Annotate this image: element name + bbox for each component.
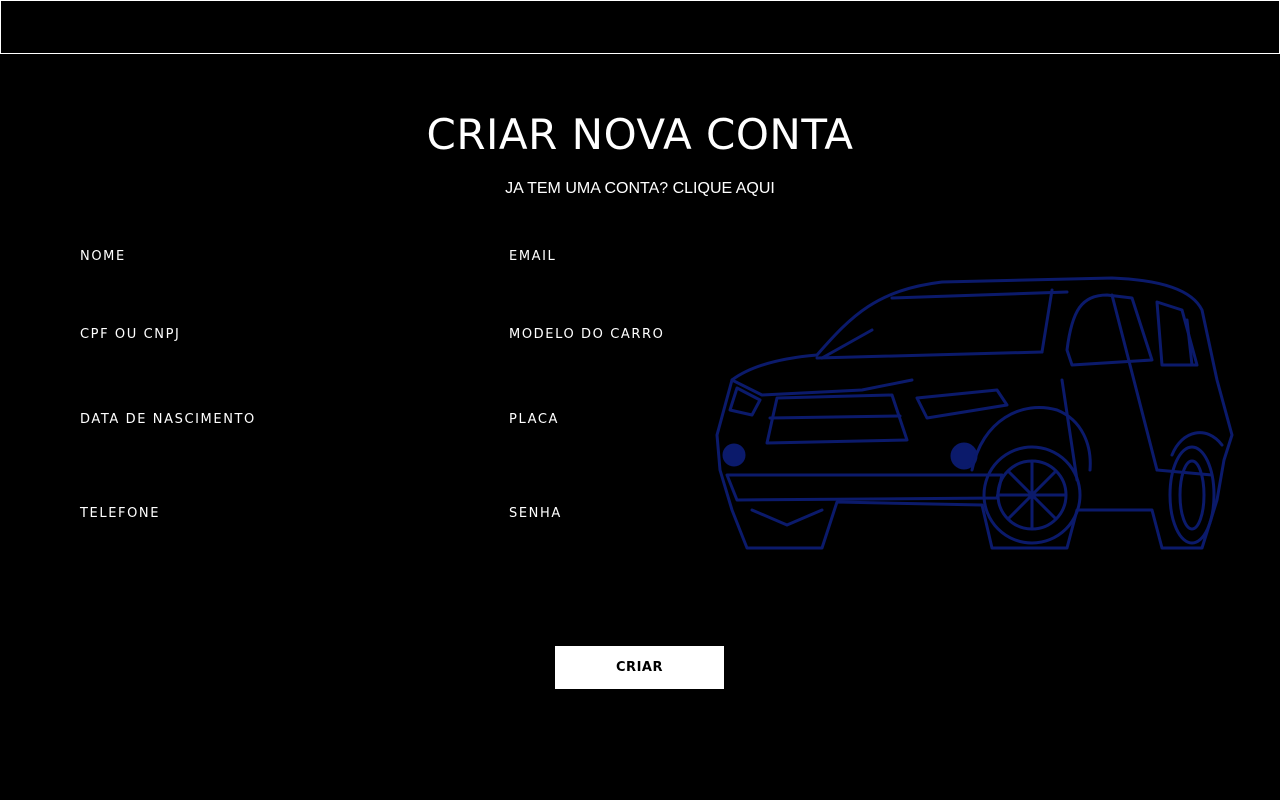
cpf-cnpj-field-group: CPF OU CNPJ <box>80 327 460 383</box>
cpf-cnpj-input[interactable] <box>80 348 440 372</box>
cpf-cnpj-label: CPF OU CNPJ <box>80 327 181 342</box>
top-navbar <box>0 0 1280 54</box>
signup-page: CRIAR NOVA CONTA JA TEM UMA CONTA? CLIQU… <box>0 0 1280 800</box>
birthdate-label: DATA DE NASCIMENTO <box>80 412 256 427</box>
birthdate-input[interactable] <box>80 433 440 457</box>
phone-field-group: TELEFONE <box>80 506 460 562</box>
page-title: CRIAR NOVA CONTA <box>426 110 854 159</box>
name-input[interactable] <box>80 270 440 294</box>
name-field-group: NOME <box>80 249 460 305</box>
login-link[interactable]: JA TEM UMA CONTA? CLIQUE AQUI <box>0 180 1280 198</box>
phone-input[interactable] <box>80 527 440 551</box>
email-label: EMAIL <box>509 249 557 264</box>
name-label: NOME <box>80 249 126 264</box>
birthdate-field-group: DATA DE NASCIMENTO <box>80 412 460 468</box>
car-sketch-icon <box>715 276 1234 550</box>
create-account-button[interactable]: CRIAR <box>555 646 724 689</box>
phone-label: TELEFONE <box>80 506 161 521</box>
